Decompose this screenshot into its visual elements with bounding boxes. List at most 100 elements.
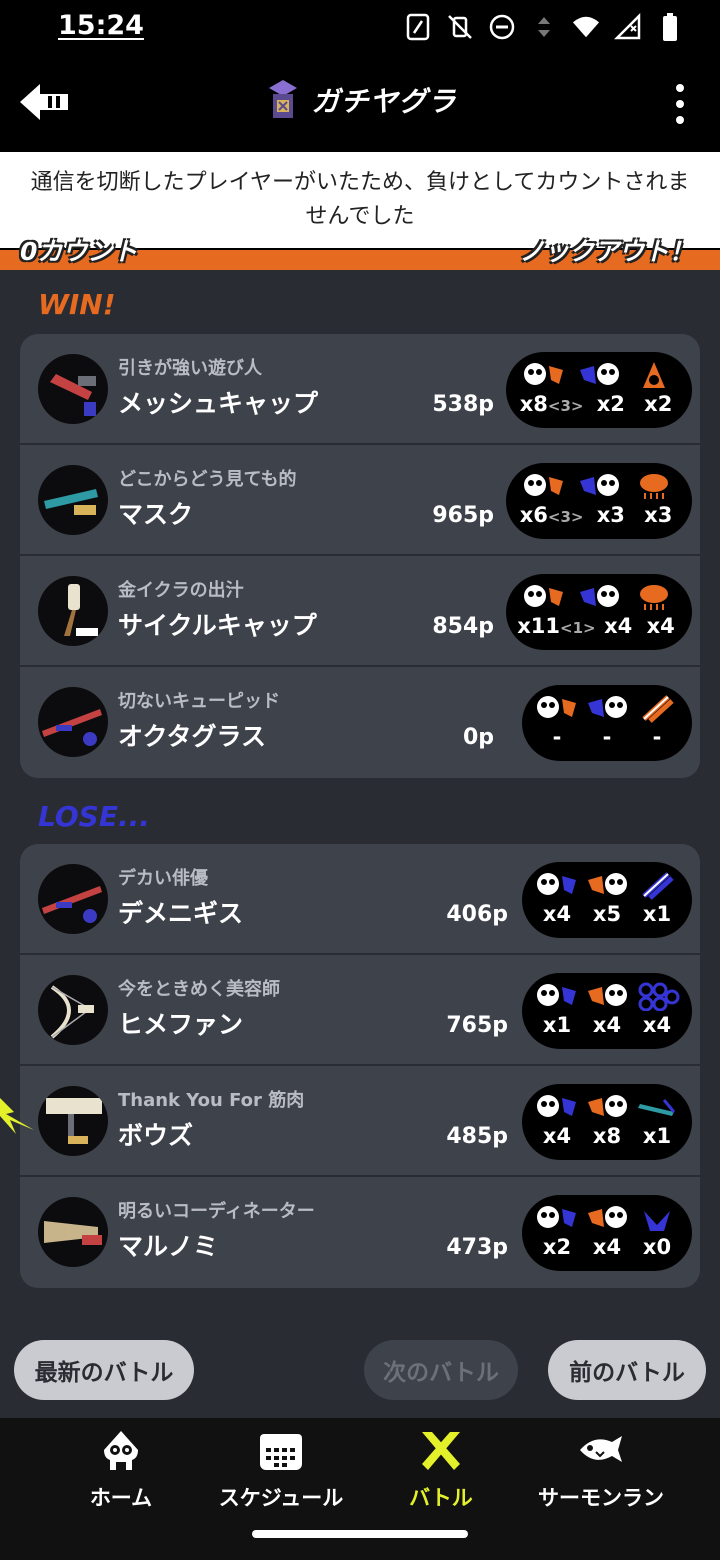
- header-title: ガチヤグラ: [311, 85, 457, 118]
- player-row[interactable]: Thank You For 筋肉 ボウズ 485p x4 x8 x1: [20, 1066, 700, 1177]
- player-title: デカい俳優: [118, 868, 208, 889]
- player-row[interactable]: 今をときめく美容師 ヒメファン 765p x1 x4 x4: [20, 955, 700, 1066]
- player-name: メッシュキャップ: [118, 389, 319, 418]
- weapon-icon: [38, 354, 108, 424]
- kill-count: x11: [517, 614, 561, 638]
- count-left: 0カウント: [20, 237, 138, 266]
- player-title: 引きが強い遊び人: [118, 358, 262, 379]
- player-title: 切ないキューピッド: [118, 691, 280, 712]
- player-name: マスク: [118, 500, 194, 529]
- lose-team-card: デカい俳優 デメニギス 406p x4 x5 x1 今をときめく美容師 ヒメファ…: [20, 844, 700, 1288]
- death-count: x4: [604, 614, 633, 638]
- weapon-icon: [38, 576, 108, 646]
- kill-icon: [521, 582, 567, 612]
- weapon-icon: [38, 1086, 108, 1156]
- battle-icon: [422, 1432, 460, 1470]
- player-points: 765p: [446, 1013, 508, 1038]
- player-name: ヒメファン: [118, 1010, 244, 1039]
- special-icon: [631, 360, 677, 390]
- special-icon: [634, 1203, 680, 1233]
- tab-home[interactable]: ホーム: [36, 1428, 206, 1512]
- tab-schedule[interactable]: スケジュール: [196, 1428, 366, 1512]
- player-row[interactable]: どこからどう見ても的 マスク 965p x6<3> x3 x3: [20, 445, 700, 556]
- special-icon: [634, 870, 680, 900]
- kill-icon: [534, 1203, 580, 1233]
- special-icon: [631, 582, 677, 612]
- player-row[interactable]: 金イクラの出汁 サイクルキャップ 854p x11<1> x4 x4: [20, 556, 700, 667]
- kill-icon: [521, 471, 567, 501]
- wifi-icon: [572, 12, 600, 42]
- battle-nav: 最新のバトル 次のバトル 前のバトル: [0, 1322, 720, 1418]
- special-count: -: [652, 725, 662, 749]
- header-center: ガチヤグラ: [0, 78, 720, 122]
- player-title: 今をときめく美容師: [118, 979, 280, 1000]
- death-count: x4: [592, 1013, 622, 1037]
- lose-label: LOSE...: [38, 800, 150, 833]
- kill-count: x6: [519, 503, 548, 527]
- win-label: WIN!: [38, 288, 116, 321]
- player-row[interactable]: 引きが強い遊び人 メッシュキャップ 538p x8<3> x2 x2: [20, 334, 700, 445]
- salmon-icon: [580, 1436, 622, 1462]
- tab-salmon-run[interactable]: サーモンラン: [516, 1428, 686, 1512]
- player-title: 金イクラの出汁: [118, 580, 244, 601]
- death-count: x8: [592, 1124, 622, 1148]
- death-icon: [584, 1203, 630, 1233]
- home-indicator[interactable]: [252, 1530, 468, 1538]
- player-title: どこからどう見ても的: [118, 469, 297, 490]
- tab-label: スケジュール: [218, 1486, 344, 1510]
- player-row[interactable]: 切ないキューピッド オクタグラス 0p - - -: [20, 667, 700, 778]
- tab-battle[interactable]: バトル: [356, 1428, 526, 1512]
- latest-battle-button[interactable]: 最新のバトル: [14, 1340, 194, 1400]
- player-points: 485p: [446, 1124, 508, 1149]
- kill-icon: [521, 360, 567, 390]
- stat-pill: x4 x5 x1: [522, 862, 692, 938]
- special-icon: [634, 1092, 680, 1122]
- battery-icon: [656, 12, 684, 42]
- kill-count: x8: [519, 392, 548, 416]
- player-row[interactable]: デカい俳優 デメニギス 406p x4 x5 x1: [20, 844, 700, 955]
- player-title: 明るいコーディネーター: [118, 1201, 315, 1222]
- kill-icon: [534, 981, 580, 1011]
- kill-count: x2: [542, 1235, 572, 1259]
- stat-pill: - - -: [522, 685, 692, 761]
- death-icon: [576, 360, 622, 390]
- death-icon: [576, 471, 622, 501]
- death-count: x5: [592, 902, 622, 926]
- weapon-icon: [38, 1197, 108, 1267]
- special-icon: [634, 693, 680, 723]
- death-count: x3: [596, 503, 625, 527]
- weapon-icon: [38, 687, 108, 757]
- death-count: x4: [592, 1235, 622, 1259]
- kill-icon: [534, 870, 580, 900]
- tab-label: ホーム: [89, 1486, 153, 1510]
- special-icon: [634, 981, 680, 1012]
- player-name: サイクルキャップ: [118, 611, 317, 640]
- next-battle-button[interactable]: 次のバトル: [364, 1340, 518, 1400]
- special-count: x4: [646, 614, 675, 638]
- squid-icon: [104, 1431, 138, 1470]
- death-count: x2: [596, 392, 625, 416]
- do-not-disturb-icon: [488, 12, 516, 42]
- win-team-card: 引きが強い遊び人 メッシュキャップ 538p x8<3> x2 x2 どこからど…: [20, 334, 700, 778]
- assist-count: <3>: [547, 508, 584, 526]
- player-points: 965p: [432, 503, 494, 528]
- stat-pill: x4 x8 x1: [522, 1084, 692, 1160]
- player-points: 406p: [446, 902, 508, 927]
- previous-battle-button[interactable]: 前のバトル: [548, 1340, 706, 1400]
- special-count: x3: [644, 503, 673, 527]
- count-right: ノックアウト！: [519, 237, 694, 266]
- player-row[interactable]: 明るいコーディネーター マルノミ 473p x2 x4 x0: [20, 1177, 700, 1288]
- tab-label: サーモンラン: [538, 1486, 664, 1510]
- player-points: 473p: [446, 1235, 508, 1260]
- special-count: x1: [642, 902, 672, 926]
- tab-label: バトル: [409, 1486, 473, 1510]
- nfc-icon: [404, 12, 432, 42]
- death-icon: [584, 693, 630, 723]
- kill-count: x1: [542, 1013, 572, 1037]
- player-points: 538p: [432, 392, 494, 417]
- death-icon: [584, 870, 630, 900]
- player-name: マルノミ: [118, 1232, 219, 1261]
- more-menu-button[interactable]: [668, 84, 692, 124]
- player-name: デメニギス: [118, 899, 244, 928]
- app-header: ガチヤグラ: [0, 56, 720, 152]
